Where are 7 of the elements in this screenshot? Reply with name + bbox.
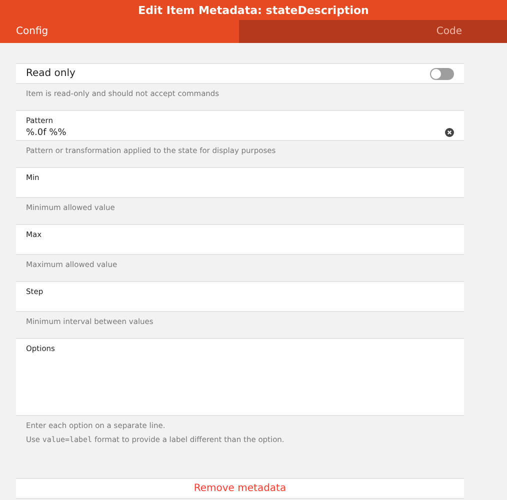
clear-icon[interactable] (445, 128, 454, 137)
window-title: Edit Item Metadata: stateDescription (0, 0, 507, 20)
tab[interactable]: Config (0, 20, 239, 43)
field-value: %.0f %% (26, 128, 66, 138)
remove-button[interactable]: Remove metadata (16, 478, 464, 499)
field-label: Read only (26, 68, 76, 79)
toggle-switch[interactable] (430, 68, 454, 80)
